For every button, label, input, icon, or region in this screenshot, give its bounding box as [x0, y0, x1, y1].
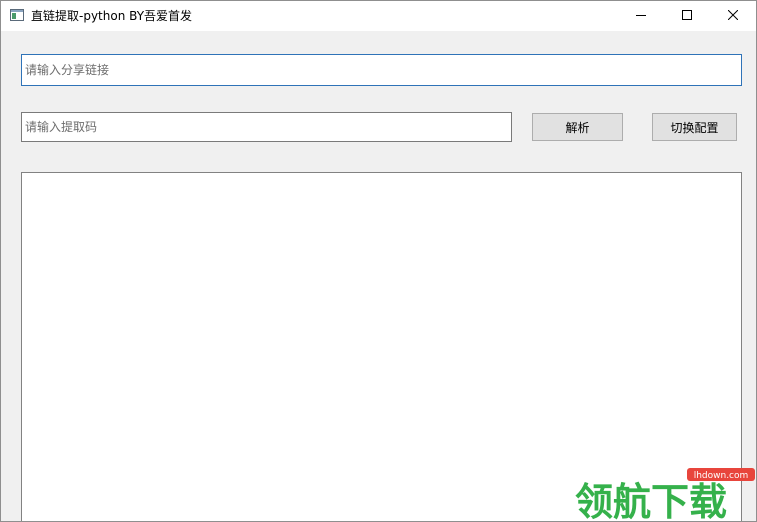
- app-window: 直链提取-python BY吾爱首发 解析 切换配置 lhdown.com 领航…: [0, 0, 757, 522]
- close-icon: [727, 9, 739, 23]
- share-link-input[interactable]: [21, 54, 742, 86]
- app-window-icon: [10, 9, 24, 21]
- title-bar[interactable]: 直链提取-python BY吾爱首发: [1, 1, 756, 31]
- extract-code-input[interactable]: [21, 112, 512, 142]
- minimize-button[interactable]: [618, 1, 664, 31]
- watermark-brand: 领航下载: [575, 480, 727, 522]
- switch-config-button[interactable]: 切换配置: [652, 113, 737, 141]
- watermark-logo: lhdown.com 领航下载: [561, 463, 756, 522]
- maximize-icon: [682, 9, 692, 23]
- close-button[interactable]: [710, 1, 756, 31]
- parse-button[interactable]: 解析: [532, 113, 623, 141]
- window-title: 直链提取-python BY吾爱首发: [31, 9, 193, 23]
- minimize-icon: [636, 9, 646, 23]
- maximize-button[interactable]: [664, 1, 710, 31]
